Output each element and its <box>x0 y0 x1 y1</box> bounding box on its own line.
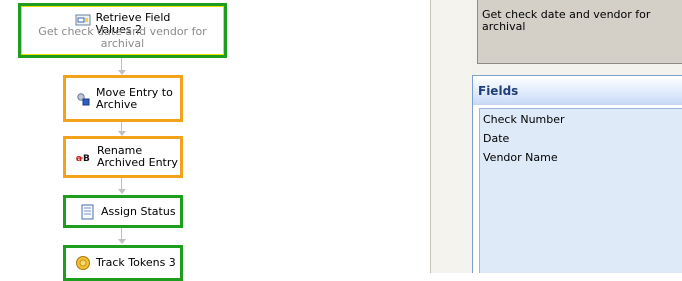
move-entry-icon <box>77 92 90 105</box>
activity-title: Rename Archived Entry <box>97 144 178 169</box>
description-textbox[interactable]: Get check date and vendor for archival <box>477 0 682 64</box>
activity-title: Track Tokens 3 <box>96 256 176 269</box>
svg-text:B: B <box>83 154 90 164</box>
field-item[interactable]: Date <box>483 132 680 151</box>
activity-track-tokens[interactable]: Track Tokens 3 <box>63 245 183 281</box>
fields-group: Fields Check Number Date Vendor Name <box>472 75 682 273</box>
properties-panel: Get check date and vendor for archival F… <box>471 0 682 273</box>
svg-text:a: a <box>76 154 82 164</box>
activity-title: Move Entry to Archive <box>96 85 173 111</box>
activity-rename-archived-entry[interactable]: a B Rename Archived Entry <box>63 136 183 178</box>
fields-list[interactable]: Check Number Date Vendor Name <box>479 108 682 273</box>
document-icon <box>81 204 94 219</box>
activity-description: Get check date and vendor for archival <box>38 25 207 50</box>
field-item[interactable]: Vendor Name <box>483 151 680 170</box>
panel-splitter[interactable] <box>430 0 472 273</box>
token-icon <box>76 256 90 270</box>
fields-header: Fields <box>473 76 682 105</box>
activity-assign-status[interactable]: Assign Status <box>63 195 183 228</box>
rename-icon: a B <box>76 154 90 164</box>
activity-retrieve-field-values[interactable]: Retrieve Field Values 2 Get check date a… <box>18 3 227 58</box>
connector-arrow <box>118 189 126 194</box>
field-item[interactable]: Check Number <box>483 113 680 132</box>
activity-move-entry-to-archive[interactable]: Move Entry to Archive <box>63 75 183 122</box>
workflow-canvas[interactable]: Retrieve Field Values 2 Get check date a… <box>0 0 430 281</box>
activity-title: Assign Status <box>101 204 176 218</box>
connector-arrow <box>118 239 126 244</box>
